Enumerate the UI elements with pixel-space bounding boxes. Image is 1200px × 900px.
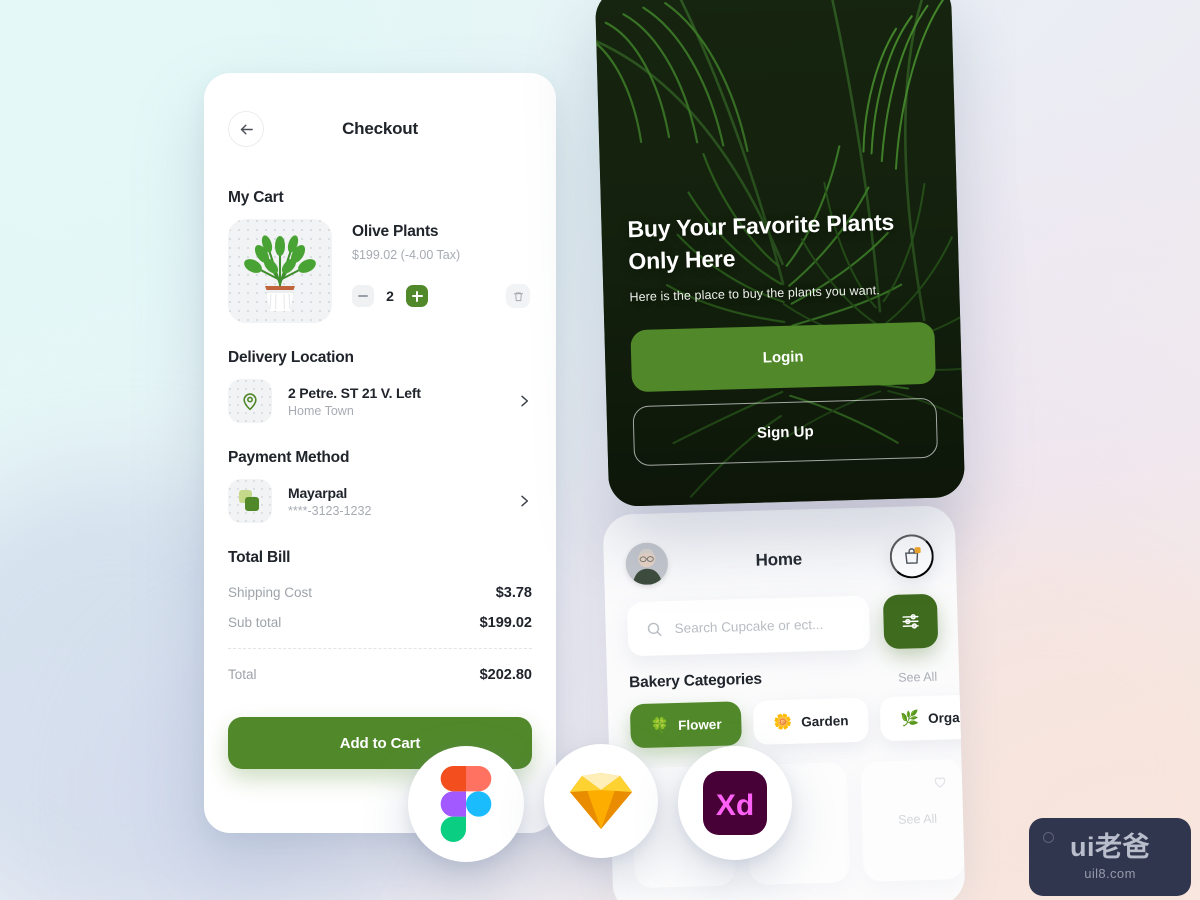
- category-chip-garden[interactable]: 🌼 Garden: [752, 697, 870, 745]
- clover-icon: 🍀: [650, 717, 670, 735]
- total-value: $202.80: [479, 667, 532, 683]
- herb-icon: 🌿: [900, 710, 920, 728]
- adobe-xd-logo-icon: Xd: [703, 771, 767, 835]
- mayarpal-logo-icon: [239, 490, 261, 512]
- bag-notification-dot: [914, 547, 921, 554]
- category-chip-flower[interactable]: 🍀 Flower: [629, 701, 743, 749]
- product-card[interactable]: [860, 759, 965, 882]
- watermark-title: ui老爸: [1070, 831, 1150, 862]
- search-icon: [647, 622, 662, 636]
- product-price: $199.02 (-4.00 Tax): [352, 248, 461, 262]
- category-chips: 🍀 Flower 🌼 Garden 🌿 Organic: [607, 683, 966, 749]
- payment-icon-box: [228, 479, 272, 523]
- payment-method-row[interactable]: Mayarpal ****-3123-1232: [204, 467, 556, 523]
- search-input[interactable]: [674, 615, 852, 636]
- trash-icon: [513, 291, 523, 301]
- watermark-url: uil8.com: [1084, 865, 1136, 881]
- figma-badge[interactable]: [408, 746, 524, 862]
- payment-number: ****-3123-1232: [288, 503, 372, 518]
- bill-label: Sub total: [228, 615, 282, 630]
- cart-item: Olive Plants $199.02 (-4.00 Tax) 2: [204, 207, 556, 323]
- arrow-left-icon: [240, 124, 253, 134]
- section-title-my-cart: My Cart: [228, 189, 284, 206]
- sketch-logo-icon: [570, 773, 632, 829]
- chevron-right-icon: [521, 395, 529, 407]
- quantity-decrease-button[interactable]: [352, 285, 374, 307]
- total-label: Total: [228, 667, 257, 682]
- bill-row: Shipping Cost $3.78: [228, 585, 532, 601]
- delete-item-button[interactable]: [506, 284, 530, 308]
- bill-value: $199.02: [479, 615, 532, 631]
- watermark-hole: [1043, 832, 1054, 843]
- delivery-location-row[interactable]: 2 Petre. ST 21 V. Left Home Town: [204, 367, 556, 423]
- login-subheading: Here is the place to buy the plants you …: [629, 283, 881, 305]
- home-header: Home: [602, 505, 956, 587]
- filter-sliders-icon: [902, 614, 919, 629]
- olive-plant-image: [244, 235, 316, 311]
- login-button[interactable]: Login: [630, 321, 936, 393]
- quantity-stepper: 2: [352, 284, 532, 308]
- watermark-badge: ui老爸 uil8.com: [1029, 818, 1191, 896]
- search-box[interactable]: [626, 595, 871, 657]
- checkout-screen: Checkout My Cart Olive Plants $199.02 (-…: [204, 73, 556, 833]
- chip-label: Flower: [677, 716, 722, 733]
- filter-button[interactable]: [882, 593, 939, 650]
- phone-mockups: Home Search Cupcake or ect... Bakery Cat…: [594, 0, 998, 900]
- payment-text: Mayarpal ****-3123-1232: [272, 485, 516, 518]
- back-button[interactable]: [228, 111, 264, 147]
- home-title: Home: [755, 549, 803, 570]
- categories-title: Bakery Categories: [628, 670, 763, 692]
- blossom-icon: 🌼: [773, 713, 793, 732]
- home-screen: Home Search Cupcake or ect... Bakery Cat…: [602, 505, 966, 900]
- checkout-header: Checkout: [204, 73, 556, 147]
- delivery-address: 2 Petre. ST 21 V. Left: [288, 384, 421, 401]
- quantity-value: 2: [386, 288, 394, 304]
- sketch-badge[interactable]: [544, 744, 658, 858]
- page-title: Checkout: [342, 119, 418, 138]
- chevron-right-icon: [521, 495, 529, 507]
- bill-total-row: Total $202.80: [228, 667, 532, 683]
- avatar[interactable]: [625, 542, 669, 586]
- heart-icon[interactable]: [932, 773, 948, 789]
- delivery-text: 2 Petre. ST 21 V. Left Home Town: [272, 385, 516, 418]
- bill-row: Sub total $199.02: [228, 615, 532, 631]
- section-title-delivery: Delivery Location: [228, 349, 354, 366]
- payment-name: Mayarpal: [288, 484, 348, 501]
- signup-button[interactable]: Sign Up: [632, 397, 939, 467]
- bill-summary: Shipping Cost $3.78 Sub total $199.02 To…: [204, 567, 556, 683]
- category-chip-organic[interactable]: 🌿 Organic: [879, 694, 966, 742]
- bill-value: $3.78: [495, 585, 532, 601]
- delivery-icon-box: [228, 379, 272, 423]
- login-heading: Buy Your Favorite Plants Only Here: [627, 208, 895, 275]
- login-content: Buy Your Favorite Plants Only Here Here …: [601, 204, 965, 507]
- login-screen: Buy Your Favorite Plants Only Here Here …: [594, 0, 966, 507]
- shopping-bag-button[interactable]: [889, 533, 935, 579]
- product-thumbnail: [228, 219, 332, 323]
- figma-logo-icon: [440, 766, 492, 842]
- location-pin-icon: [243, 393, 257, 411]
- bill-divider: [228, 648, 532, 649]
- quantity-increase-button[interactable]: [406, 285, 428, 307]
- user-avatar-image: [625, 542, 669, 586]
- chip-label: Organic: [927, 709, 966, 726]
- section-title-total-bill: Total Bill: [228, 549, 291, 566]
- chip-label: Garden: [801, 712, 849, 730]
- svg-text:Xd: Xd: [716, 789, 754, 822]
- product-name: Olive Plants: [352, 223, 439, 240]
- search-row: [604, 577, 958, 657]
- cart-item-details: Olive Plants $199.02 (-4.00 Tax) 2: [332, 219, 532, 323]
- delivery-subtitle: Home Town: [288, 403, 354, 418]
- bill-label: Shipping Cost: [228, 585, 313, 600]
- adobe-xd-badge[interactable]: Xd: [678, 746, 792, 860]
- section-title-payment: Payment Method: [228, 449, 350, 466]
- see-all-link[interactable]: See All: [898, 670, 937, 685]
